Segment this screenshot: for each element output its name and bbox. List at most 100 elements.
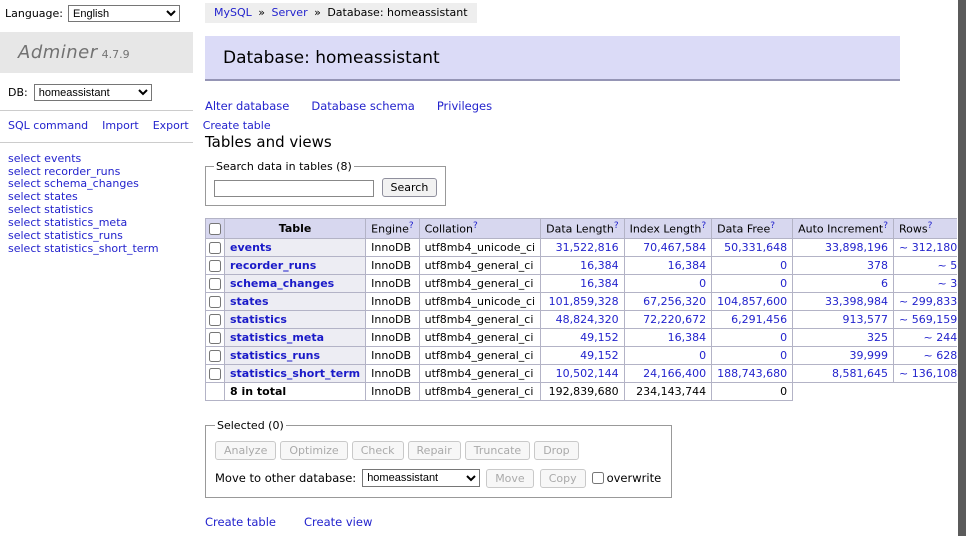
column-header-auto-increment: Auto Increment? bbox=[793, 219, 894, 239]
row-checkbox[interactable] bbox=[209, 368, 221, 380]
move-button[interactable]: Move bbox=[486, 469, 534, 488]
drop-button[interactable]: Drop bbox=[534, 441, 578, 460]
row-checkbox[interactable] bbox=[209, 278, 221, 290]
table-name-cell: schema_changes bbox=[225, 274, 366, 292]
row-checkbox[interactable] bbox=[209, 314, 221, 326]
help-icon[interactable]: ? bbox=[770, 221, 775, 231]
sidebar-link-import[interactable]: Import bbox=[102, 119, 139, 132]
breadcrumb-separator: » bbox=[314, 6, 321, 19]
main-content: MySQL » Server » Database: homeassistant… bbox=[193, 0, 966, 543]
help-icon[interactable]: ? bbox=[614, 221, 619, 231]
engine-cell: InnoDB bbox=[366, 274, 419, 292]
sidebar-select-table-link[interactable]: select statistics_runs bbox=[8, 230, 189, 243]
help-icon[interactable]: ? bbox=[473, 221, 478, 231]
help-icon[interactable]: ? bbox=[928, 221, 933, 231]
overwrite-label: overwrite bbox=[592, 471, 662, 485]
row-checkbox[interactable] bbox=[209, 296, 221, 308]
table-name-link[interactable]: statistics_meta bbox=[230, 331, 324, 344]
create-links-row: Create table Create view bbox=[205, 515, 966, 529]
analyze-button[interactable]: Analyze bbox=[215, 441, 276, 460]
engine-cell: InnoDB bbox=[366, 346, 419, 364]
selected-fieldset: Selected (0) AnalyzeOptimizeCheckRepairT… bbox=[205, 419, 672, 498]
truncate-button[interactable]: Truncate bbox=[465, 441, 530, 460]
table-name-link[interactable]: events bbox=[230, 241, 272, 254]
table-name-link[interactable]: statistics bbox=[230, 313, 287, 326]
sidebar-select-table-link[interactable]: select statistics_meta bbox=[8, 217, 189, 230]
table-total-row: 8 in totalInnoDButf8mb4_general_ci192,83… bbox=[206, 382, 966, 400]
table-name-link[interactable]: statistics_runs bbox=[230, 349, 320, 362]
privileges-link[interactable]: Privileges bbox=[437, 99, 492, 113]
engine-cell: InnoDB bbox=[366, 328, 419, 346]
table-name-link[interactable]: statistics_short_term bbox=[230, 367, 360, 380]
selected-buttons-row: AnalyzeOptimize CheckRepairTruncateDrop bbox=[215, 441, 661, 460]
engine-cell: InnoDB bbox=[366, 292, 419, 310]
column-header-rows: Rows? bbox=[894, 219, 963, 239]
sidebar: Language: English Adminer 4.7.9 DB: homea… bbox=[0, 0, 193, 543]
sidebar-select-table-link[interactable]: select statistics_short_term bbox=[8, 243, 189, 256]
page-title: Database: homeassistant bbox=[205, 36, 900, 81]
move-database-select[interactable]: homeassistant bbox=[362, 469, 480, 487]
table-name-link[interactable]: schema_changes bbox=[230, 277, 334, 290]
help-icon[interactable]: ? bbox=[883, 221, 888, 231]
scrollbar-thumb[interactable] bbox=[958, 0, 966, 536]
table-row: statesInnoDButf8mb4_unicode_ci101,859,32… bbox=[206, 292, 966, 310]
select-all-checkbox-cell bbox=[206, 219, 225, 239]
collation-cell: utf8mb4_general_ci bbox=[419, 364, 540, 382]
engine-cell: InnoDB bbox=[366, 364, 419, 382]
table-name-link[interactable]: states bbox=[230, 295, 269, 308]
column-header-index-length: Index Length? bbox=[624, 219, 712, 239]
adminer-version: 4.7.9 bbox=[102, 48, 130, 61]
row-checkbox[interactable] bbox=[209, 242, 221, 254]
tables-list-header: TableEngine?Collation?Data Length?Index … bbox=[206, 219, 966, 239]
language-label: Language: bbox=[5, 7, 63, 20]
collation-cell: utf8mb4_general_ci bbox=[419, 346, 540, 364]
language-select[interactable]: English bbox=[68, 5, 180, 22]
sidebar-link-sql-command[interactable]: SQL command bbox=[8, 119, 88, 132]
table-name-cell: recorder_runs bbox=[225, 256, 366, 274]
create-view-link[interactable]: Create view bbox=[304, 515, 372, 529]
collation-cell: utf8mb4_general_ci bbox=[419, 310, 540, 328]
help-icon[interactable]: ? bbox=[409, 221, 414, 231]
db-selector-row: DB: homeassistant bbox=[0, 73, 193, 111]
row-checkbox[interactable] bbox=[209, 260, 221, 272]
optimize-button[interactable]: Optimize bbox=[280, 441, 347, 460]
table-name-link[interactable]: recorder_runs bbox=[230, 259, 316, 272]
database-schema-link[interactable]: Database schema bbox=[311, 99, 414, 113]
database-action-links: Alter database Database schema Privileges bbox=[205, 99, 966, 113]
table-name-cell: statistics_meta bbox=[225, 328, 366, 346]
search-button[interactable]: Search bbox=[382, 178, 438, 197]
create-table-link[interactable]: Create table bbox=[205, 515, 276, 529]
collation-cell: utf8mb4_unicode_ci bbox=[419, 292, 540, 310]
table-row: schema_changesInnoDButf8mb4_general_ci16… bbox=[206, 274, 966, 292]
breadcrumb-link-server[interactable]: Server bbox=[272, 6, 308, 19]
row-checkbox[interactable] bbox=[209, 332, 221, 344]
overwrite-checkbox[interactable] bbox=[592, 472, 604, 484]
select-all-checkbox[interactable] bbox=[209, 223, 221, 235]
table-row: statistics_metaInnoDButf8mb4_general_ci4… bbox=[206, 328, 966, 346]
move-row: Move to other database: homeassistant Mo… bbox=[215, 469, 661, 488]
column-header-engine: Engine? bbox=[366, 219, 419, 239]
column-header-data-length: Data Length? bbox=[541, 219, 624, 239]
column-header-collation: Collation? bbox=[419, 219, 540, 239]
search-legend: Search data in tables (8) bbox=[214, 160, 354, 173]
breadcrumb-link-mysql[interactable]: MySQL bbox=[214, 6, 252, 19]
table-name-cell: statistics_runs bbox=[225, 346, 366, 364]
row-checkbox[interactable] bbox=[209, 350, 221, 362]
check-button[interactable]: Check bbox=[352, 441, 404, 460]
copy-button[interactable]: Copy bbox=[540, 469, 586, 488]
table-row: statisticsInnoDButf8mb4_general_ci48,824… bbox=[206, 310, 966, 328]
help-icon[interactable]: ? bbox=[701, 221, 706, 231]
sidebar-nav: SQL commandImportExportCreate table bbox=[0, 111, 193, 143]
db-select[interactable]: homeassistant bbox=[34, 84, 152, 101]
sidebar-select-table-link[interactable]: select events bbox=[8, 153, 189, 166]
table-name-cell: statistics_short_term bbox=[225, 364, 366, 382]
table-row: eventsInnoDButf8mb4_unicode_ci31,522,816… bbox=[206, 238, 966, 256]
sidebar-link-export[interactable]: Export bbox=[153, 119, 189, 132]
repair-button[interactable]: Repair bbox=[408, 441, 461, 460]
scrollbar-track[interactable] bbox=[957, 0, 966, 543]
collation-cell: utf8mb4_general_ci bbox=[419, 328, 540, 346]
adminer-logo: Adminer bbox=[18, 42, 98, 63]
alter-database-link[interactable]: Alter database bbox=[205, 99, 289, 113]
engine-cell: InnoDB bbox=[366, 256, 419, 274]
search-input[interactable] bbox=[214, 180, 374, 197]
